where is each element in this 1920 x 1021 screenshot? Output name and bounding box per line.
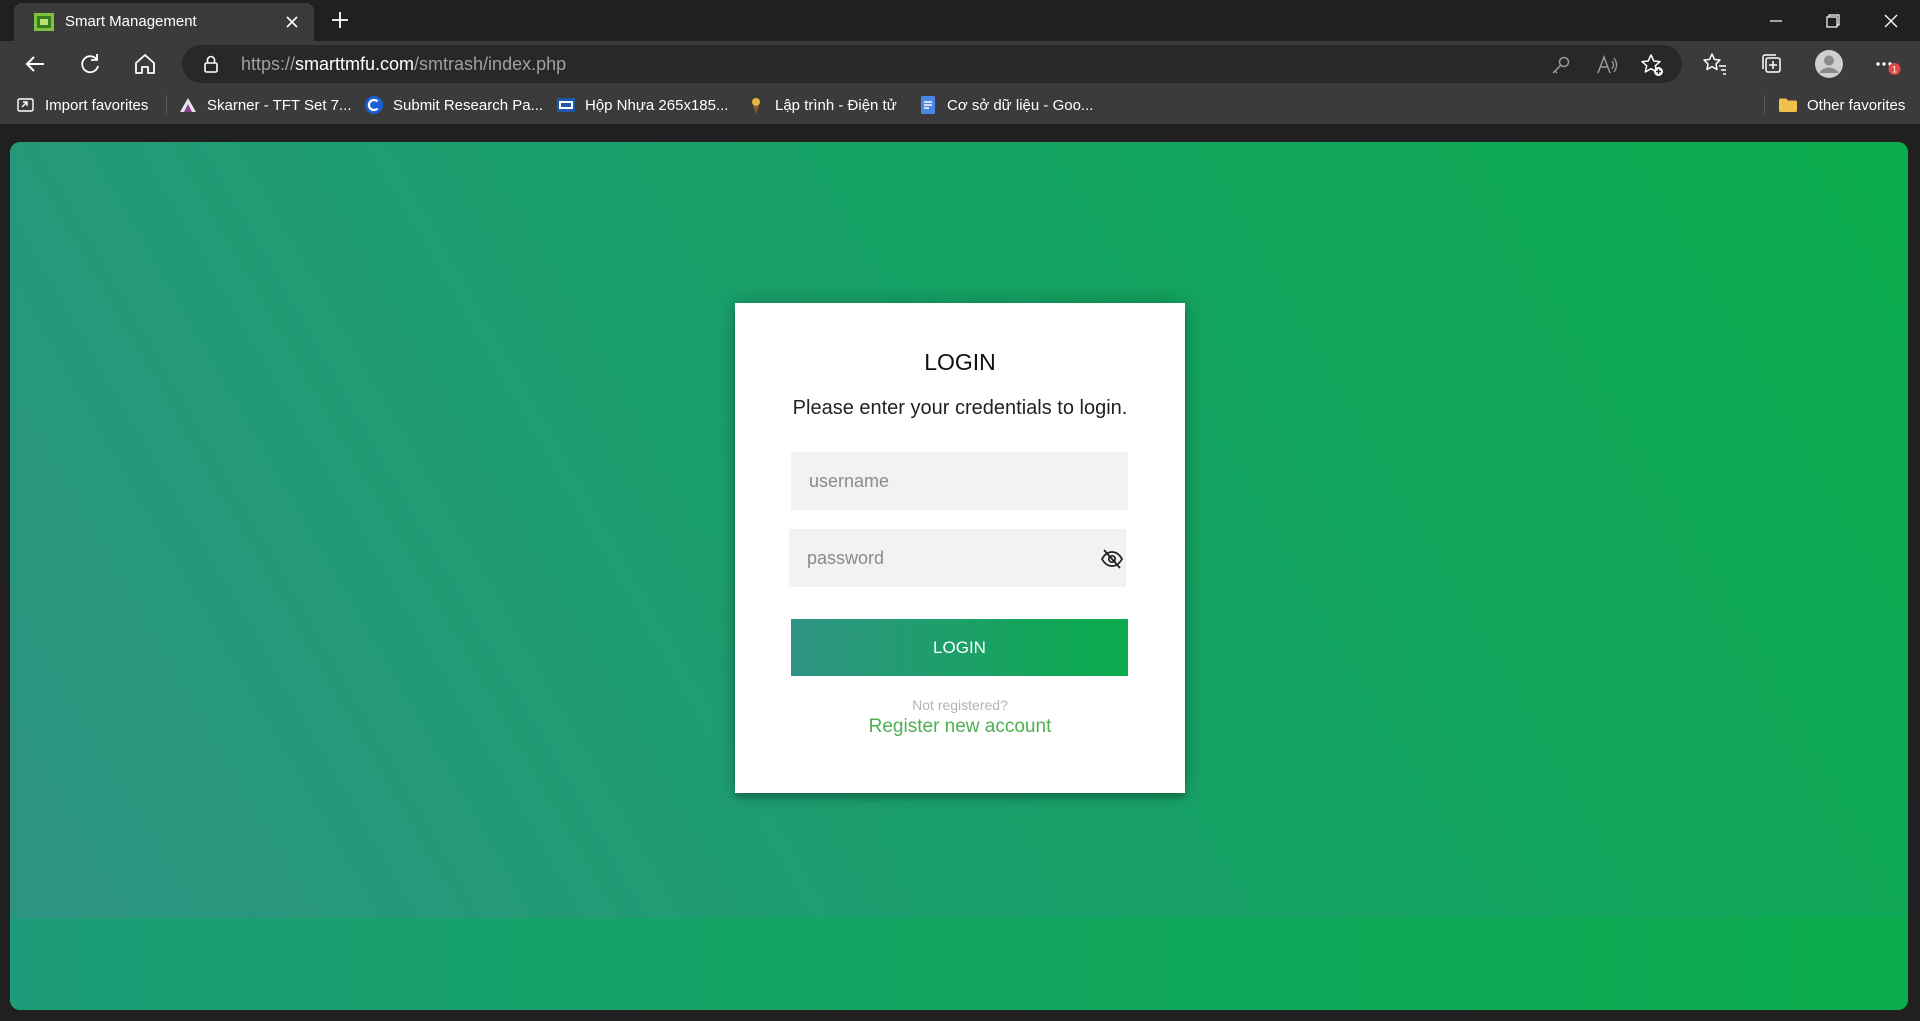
login-card: LOGIN Please enter your credentials to l… (735, 303, 1185, 793)
restore-icon[interactable] (1818, 6, 1848, 36)
favorite-label: Hộp Nhựa 265x185... (585, 96, 729, 114)
page-footer-band (10, 918, 1908, 1010)
favorite-import[interactable]: Import favorites (16, 93, 148, 117)
back-icon[interactable] (20, 49, 50, 79)
browser-toolbar: https://smarttmfu.com/smtrash/index.php (0, 41, 1920, 87)
register-link[interactable]: Register new account (735, 716, 1185, 738)
minimize-icon[interactable] (1761, 6, 1791, 36)
import-icon (17, 98, 34, 112)
close-tab-icon[interactable] (282, 12, 302, 32)
favorite-label: Import favorites (45, 96, 149, 114)
key-icon[interactable] (1548, 52, 1574, 78)
url-path: /smtrash/index.php (414, 54, 567, 74)
folder-icon (1779, 98, 1797, 112)
favorite-lap-trinh[interactable]: Lập trình - Điện tử (746, 93, 897, 117)
c-favicon (365, 96, 383, 114)
close-window-icon[interactable] (1876, 6, 1906, 36)
home-icon[interactable] (130, 49, 160, 79)
favorite-label: Cơ sở dữ liệu - Goo... (947, 96, 1094, 114)
login-button[interactable]: LOGIN (791, 619, 1128, 676)
add-favorite-icon[interactable] (1639, 52, 1665, 78)
login-title: LOGIN (924, 349, 996, 375)
hop-nhua-favicon (557, 98, 575, 112)
favorite-skarner[interactable]: Skarner - TFT Set 7... (178, 93, 352, 117)
favorites-icon[interactable] (1700, 49, 1730, 79)
skarner-favicon (180, 98, 196, 112)
new-tab-icon[interactable] (328, 8, 352, 32)
not-registered-text: Not registered? (912, 697, 1008, 713)
favorite-hop-nhua[interactable]: Hộp Nhựa 265x185... (556, 93, 728, 117)
collections-icon[interactable] (1756, 49, 1786, 79)
read-aloud-icon[interactable] (1594, 52, 1620, 78)
toggle-password-visibility-icon[interactable] (1100, 547, 1124, 571)
favorite-label: Submit Research Pa... (393, 96, 544, 114)
favorite-label: Lập trình - Điện tử (775, 96, 897, 114)
title-bar: Smart Management (0, 0, 1920, 41)
smart-management-favicon (34, 13, 54, 31)
favorites-separator (1764, 95, 1765, 115)
favorite-label: Skarner - TFT Set 7... (207, 96, 352, 114)
favorite-co-so-du-lieu[interactable]: Cơ sở dữ liệu - Goo... (918, 93, 1093, 117)
url-prefix: https:// (241, 54, 296, 74)
refresh-icon[interactable] (75, 49, 105, 79)
lock-icon[interactable] (200, 53, 222, 75)
notification-badge-count: 1 (1892, 65, 1897, 75)
favorite-submit-research[interactable]: Submit Research Pa... (364, 93, 543, 117)
username-input[interactable] (791, 452, 1128, 510)
google-docs-favicon (921, 96, 935, 114)
more-options-icon[interactable]: 1 (1872, 49, 1902, 79)
browser-tab[interactable]: Smart Management (14, 3, 314, 41)
other-favorites-folder[interactable]: Other favorites (1778, 93, 1905, 117)
password-input[interactable] (789, 529, 1126, 587)
url-text[interactable]: https://smarttmfu.com/smtrash/index.php (241, 54, 566, 75)
profile-avatar-icon[interactable] (1813, 48, 1845, 80)
address-bar[interactable]: https://smarttmfu.com/smtrash/index.php (182, 45, 1682, 83)
lap-trinh-favicon (752, 98, 760, 114)
other-favorites-label: Other favorites (1807, 96, 1906, 114)
tab-title: Smart Management (65, 13, 197, 30)
favorites-bar: Import favorites Skarner - TFT Set 7... … (0, 87, 1920, 124)
favorites-separator (166, 95, 167, 115)
login-subtitle: Please enter your credentials to login. (792, 397, 1128, 419)
url-host: smarttmfu.com (295, 54, 415, 74)
page-viewport: LOGIN Please enter your credentials to l… (10, 142, 1908, 1010)
